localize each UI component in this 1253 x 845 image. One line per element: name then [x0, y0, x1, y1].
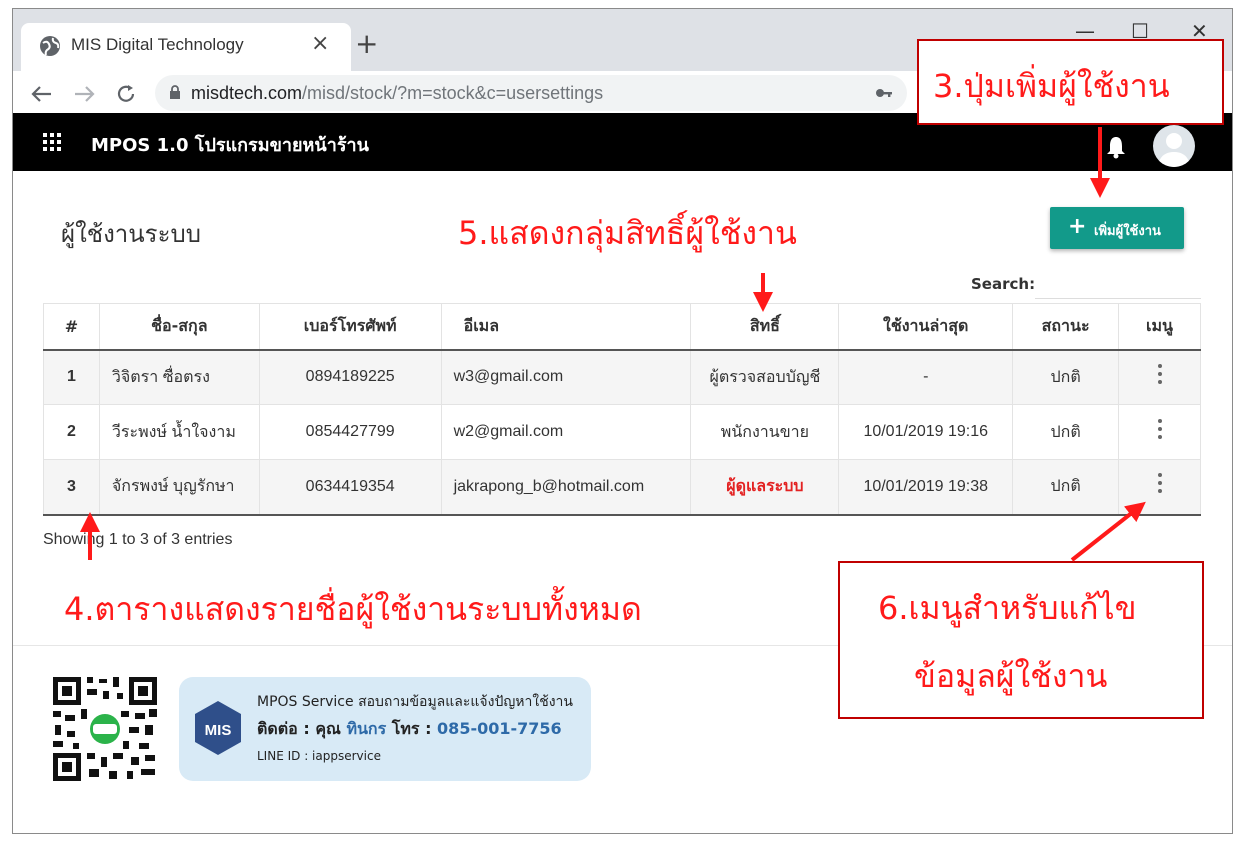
- kebab-menu-icon[interactable]: [1157, 473, 1163, 495]
- col-header-email[interactable]: อีเมล: [440, 303, 692, 351]
- annotation-6-line1: 6.เมนูสำหรับแก้ไข: [878, 589, 1137, 627]
- qr-code-icon: [51, 675, 159, 783]
- cell-email: w3@gmail.com: [440, 349, 692, 405]
- url-path: /misd/stock/?m=stock&c=usersettings: [302, 83, 604, 103]
- table-row: 3 จักรพงษ์ บุญรักษา 0634419354 jakrapong…: [43, 459, 1201, 516]
- search-input[interactable]: [1035, 271, 1201, 299]
- avatar[interactable]: [1153, 125, 1195, 167]
- mis-logo: MIS: [195, 701, 241, 755]
- service-line-1: MPOS Service สอบถามข้อมูลและแจ้งปัญหาใช้…: [257, 694, 573, 710]
- table-row: 2 วีระพงษ์ น้ำใจงาม 0854427799 w2@gmail.…: [43, 404, 1201, 460]
- service-line-2: ติดต่อ : คุณ ทินกร โทร : 085-001-7756: [257, 717, 562, 742]
- annotation-6-line2: ข้อมูลผู้ใช้งาน: [914, 657, 1108, 695]
- cell-phone: 0894189225: [258, 349, 442, 405]
- back-arrow-icon[interactable]: [31, 85, 53, 103]
- annotation-box-6: 6.เมนูสำหรับแก้ไข ข้อมูลผู้ใช้งาน: [838, 561, 1204, 719]
- cell-name: จักรพงษ์ บุญรักษา: [98, 459, 260, 516]
- add-user-button-label: เพิ่มผู้ใช้งาน: [1094, 224, 1161, 239]
- new-tab-icon[interactable]: +: [355, 27, 378, 60]
- cell-status: ปกติ: [1012, 459, 1120, 516]
- apps-grid-icon[interactable]: [43, 133, 61, 151]
- cell-status: ปกติ: [1012, 349, 1120, 405]
- plus-icon: +: [1068, 214, 1087, 239]
- cell-name: วีระพงษ์ น้ำใจงาม: [98, 404, 260, 460]
- page-title: ผู้ใช้งานระบบ: [61, 220, 201, 248]
- cell-name: วิจิตรา ซื่อตรง: [98, 349, 260, 405]
- add-user-button[interactable]: + เพิ่มผู้ใช้งาน: [1050, 207, 1184, 249]
- contact-name: ทินกร: [346, 719, 387, 738]
- bell-icon[interactable]: [1105, 135, 1127, 159]
- reload-icon[interactable]: [115, 83, 137, 105]
- service-contact-card: MIS MPOS Service สอบถามข้อมูลและแจ้งปัญห…: [179, 677, 591, 781]
- key-icon[interactable]: [875, 85, 893, 101]
- globe-icon: [40, 36, 60, 56]
- table-row: 1 วิจิตรา ซื่อตรง 0894189225 w3@gmail.co…: [43, 349, 1201, 405]
- kebab-menu-icon[interactable]: [1157, 363, 1163, 386]
- col-header-phone[interactable]: เบอร์โทรศัพท์: [258, 303, 442, 351]
- forward-arrow-icon[interactable]: [73, 85, 95, 103]
- annotation-3-text: 3.ปุ่มเพิ่มผู้ใช้งาน: [933, 67, 1170, 105]
- logo-text: MIS: [205, 722, 232, 739]
- service-line-3: LINE ID : iappservice: [257, 749, 381, 763]
- cell-phone: 0854427799: [258, 404, 442, 460]
- cell-menu: [1118, 459, 1201, 516]
- col-header-menu[interactable]: เมนู: [1118, 303, 1201, 351]
- contact-phone: 085-001-7756: [437, 719, 562, 738]
- cell-last-used: 10/01/2019 19:38: [838, 459, 1014, 516]
- cell-role: พนักงานขาย: [690, 404, 840, 460]
- cell-last-used: -: [838, 349, 1014, 405]
- cell-num: 3: [43, 459, 100, 516]
- contact-phone-label: โทร :: [386, 719, 438, 738]
- table-header-row: # ชื่อ-สกุล เบอร์โทรศัพท์ อีเมล สิทธิ์ ใ…: [43, 303, 1201, 351]
- cell-num: 2: [43, 404, 100, 460]
- col-header-status[interactable]: สถานะ: [1012, 303, 1120, 351]
- tab-close-icon[interactable]: ×: [311, 31, 329, 56]
- cell-email: w2@gmail.com: [440, 404, 692, 460]
- url-host: misdtech.com: [191, 83, 303, 103]
- search-label: Search:: [971, 275, 1036, 293]
- cell-email: jakrapong_b@hotmail.com: [440, 459, 692, 516]
- screenshot-stage: MIS Digital Technology × + — ☐ ✕ misdtec…: [0, 0, 1253, 845]
- annotation-5-text: 5.แสดงกลุ่มสิทธิ์ผู้ใช้งาน: [458, 214, 797, 252]
- col-header-num[interactable]: #: [43, 303, 100, 351]
- browser-tab[interactable]: MIS Digital Technology ×: [21, 23, 351, 71]
- cell-status: ปกติ: [1012, 404, 1120, 460]
- lock-icon: [170, 85, 180, 99]
- col-header-name[interactable]: ชื่อ-สกุล: [98, 303, 260, 351]
- contact-prefix: ติดต่อ : คุณ: [257, 719, 347, 738]
- tab-title: MIS Digital Technology: [71, 35, 244, 54]
- annotation-box-3: 3.ปุ่มเพิ่มผู้ใช้งาน: [917, 39, 1224, 125]
- cell-role: ผู้ตรวจสอบบัญชี: [690, 349, 840, 405]
- user-silhouette-icon: [1158, 133, 1190, 167]
- cell-phone: 0634419354: [258, 459, 442, 516]
- cell-role: ผู้ดูแลระบบ: [690, 459, 840, 516]
- annotation-4-text: 4.ตารางแสดงรายชื่อผู้ใช้งานระบบทั้งหมด: [64, 590, 642, 628]
- app-title: MPOS 1.0 โปรแกรมขายหน้าร้าน: [91, 135, 369, 156]
- url-omnibox[interactable]: misdtech.com/misd/stock/?m=stock&c=users…: [155, 75, 907, 111]
- cell-menu: [1118, 404, 1201, 460]
- table-info: Showing 1 to 3 of 3 entries: [43, 531, 233, 548]
- kebab-menu-icon[interactable]: [1157, 418, 1163, 441]
- url-text: misdtech.com/misd/stock/?m=stock&c=users…: [191, 83, 603, 104]
- users-table: # ชื่อ-สกุล เบอร์โทรศัพท์ อีเมล สิทธิ์ ใ…: [43, 303, 1201, 516]
- cell-last-used: 10/01/2019 19:16: [838, 404, 1014, 460]
- col-header-last-used[interactable]: ใช้งานล่าสุด: [838, 303, 1014, 351]
- col-header-role[interactable]: สิทธิ์: [690, 303, 840, 351]
- cell-num: 1: [43, 349, 100, 405]
- cell-menu: [1118, 349, 1201, 405]
